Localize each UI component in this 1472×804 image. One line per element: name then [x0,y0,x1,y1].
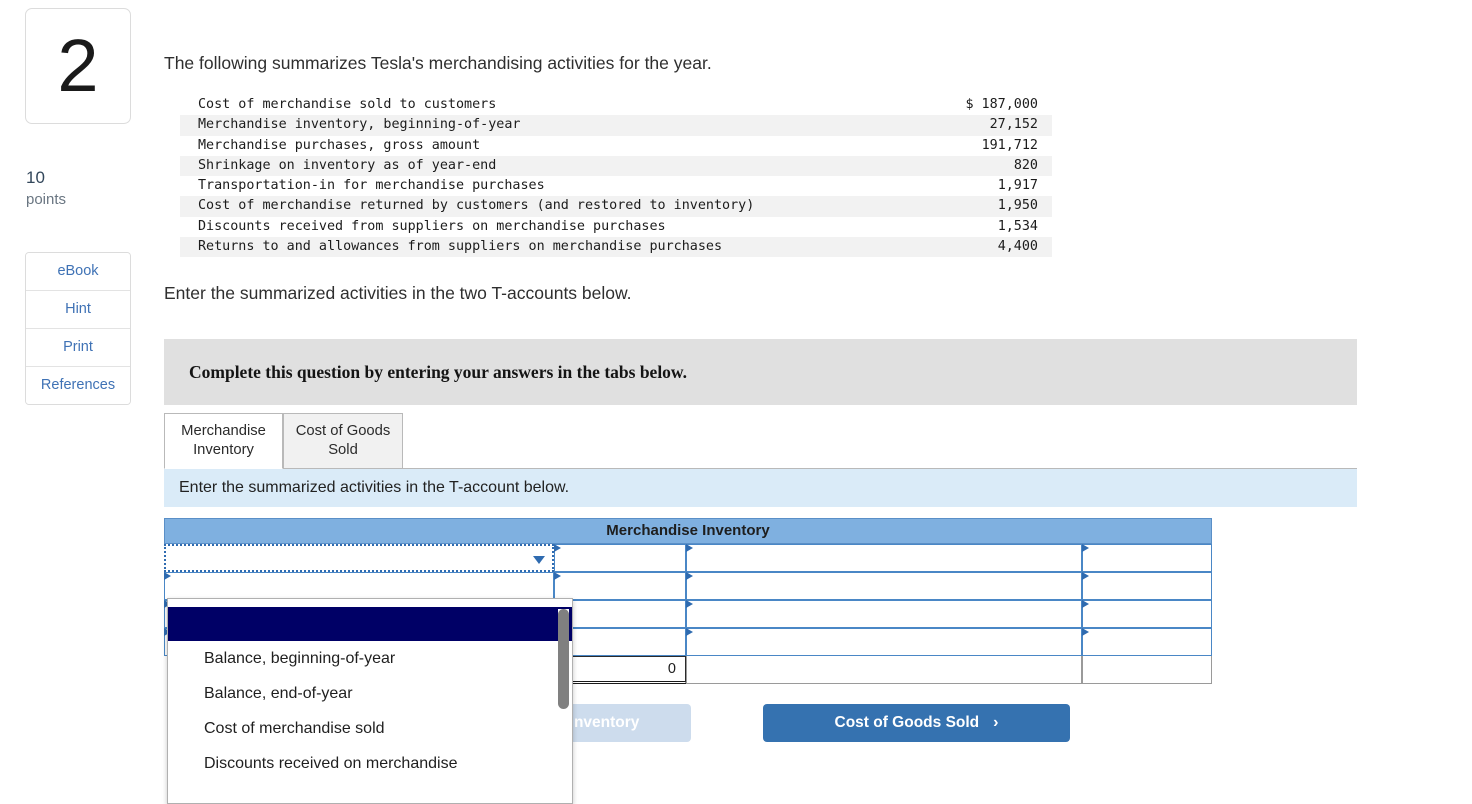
t-account-area: Merchandise Inventory 0 Balance, beginni… [164,518,1212,804]
dropdown-option-cost-of-merchandise-sold[interactable]: Cost of merchandise sold [168,711,572,746]
fact-label: Cost of merchandise sold to customers [198,97,497,112]
credit-description-input-3[interactable] [685,600,1082,629]
fact-amount: 1,950 [997,198,1038,214]
question-number: 2 [57,24,99,107]
credit-amount-input-3[interactable] [1081,600,1212,629]
tab-cost-of-goods-sold[interactable]: Cost of Goods Sold [283,413,403,470]
t-account-row [164,572,1212,601]
fact-label: Shrinkage on inventory as of year-end [198,157,497,173]
answer-tabs: Merchandise Inventory Cost of Goods Sold [164,413,1357,470]
fact-amount: 1,917 [997,178,1038,194]
chevron-down-icon [532,556,545,565]
cell-marker-icon [1081,600,1089,609]
table-row: Cost of merchandise sold to customers $ … [180,95,1052,115]
references-button[interactable]: References [26,367,130,404]
cell-marker-icon [685,572,693,581]
fact-amount: 27,152 [989,117,1038,133]
dropdown-option-list: Balance, beginning-of-year Balance, end-… [168,607,572,803]
debit-description-input-2[interactable] [164,572,554,601]
next-button-label: Cost of Goods Sold [834,714,980,731]
tab-instruction-bar: Enter the summarized activities in the T… [164,469,1357,508]
dropdown-scrollbar-thumb[interactable] [558,609,569,710]
cell-marker-icon [553,572,561,581]
points-value: 10 [26,168,45,187]
question-number-box: 2 [25,8,131,124]
fact-label: Merchandise inventory, beginning-of-year [198,117,521,133]
t-account-row [164,544,1212,573]
banner-text: Complete this question by entering your … [189,361,687,382]
credit-description-input-1[interactable] [685,544,1082,573]
cell-marker-icon [553,544,561,553]
cell-marker-icon [164,572,171,581]
debit-amount-input-3[interactable] [553,600,686,629]
debit-total-value: 0 [553,656,686,685]
table-row: Cost of merchandise returned by customer… [180,196,1052,217]
points-block: 10 points [25,168,131,208]
credit-amount-input-2[interactable] [1081,572,1212,601]
credit-description-input-2[interactable] [685,572,1082,601]
credit-amount-input-1[interactable] [1081,544,1212,573]
dropdown-option-balance-end[interactable]: Balance, end-of-year [168,676,572,711]
debit-description-select-1[interactable] [164,544,554,573]
question-main-column: The following summarizes Tesla's merchan… [164,0,1464,804]
debit-amount-input-2[interactable] [553,572,686,601]
points-label: points [26,191,67,208]
dropdown-option-discounts-received[interactable]: Discounts received on merchandise [168,746,572,781]
fact-label: Returns to and allowances from suppliers… [198,239,723,255]
table-row: Shrinkage on inventory as of year-end 82… [180,155,1052,177]
fact-label: Discounts received from suppliers on mer… [198,218,666,234]
table-row: Discounts received from suppliers on mer… [180,217,1052,237]
dropdown-option-balance-beginning[interactable]: Balance, beginning-of-year [168,641,572,676]
credit-description-input-4[interactable] [685,628,1082,657]
t-account-title: Merchandise Inventory [164,518,1212,545]
debit-amount-input-4[interactable] [553,628,686,657]
fact-amount: 191,712 [981,137,1038,153]
fact-label: Merchandise purchases, gross amount [198,137,481,153]
credit-amount-input-4[interactable] [1081,628,1212,657]
chevron-right-icon: › [993,714,999,731]
cell-marker-icon [685,544,693,553]
cell-marker-icon [1081,544,1089,553]
print-button[interactable]: Print [26,329,130,367]
account-dropdown-popup[interactable]: Balance, beginning-of-year Balance, end-… [167,598,573,804]
fact-label: Cost of merchandise returned by customer… [198,198,755,214]
cell-marker-icon [685,628,693,637]
question-sub-instruction: Enter the summarized activities in the t… [164,283,632,304]
debit-amount-input-1[interactable] [553,544,686,573]
credit-total-blank-description [685,656,1082,685]
cell-marker-icon [1081,628,1089,637]
ebook-button[interactable]: eBook [26,253,130,291]
table-row: Merchandise purchases, gross amount 191,… [180,136,1052,156]
tab-instruction-text: Enter the summarized activities in the T… [179,479,570,497]
fact-amount: 4,400 [997,239,1038,255]
cell-marker-icon [685,600,693,609]
table-row: Merchandise inventory, beginning-of-year… [180,115,1052,136]
merchandising-activities-table: Cost of merchandise sold to customers $ … [180,95,1052,258]
fact-amount: 820 [1013,157,1038,173]
question-lead-text: The following summarizes Tesla's merchan… [164,53,712,73]
table-row: Transportation-in for merchandise purcha… [180,176,1052,196]
next-cost-of-goods-sold-button[interactable]: Cost of Goods Sold › [763,704,1070,742]
table-row: Returns to and allowances from suppliers… [180,237,1052,258]
question-left-rail: 2 10 points eBook Hint Print References [25,8,131,405]
resource-button-group: eBook Hint Print References [25,252,131,405]
complete-question-banner: Complete this question by entering your … [164,339,1357,406]
cell-marker-icon [1081,572,1089,581]
credit-total-value [1081,656,1212,685]
fact-label: Transportation-in for merchandise purcha… [198,178,545,194]
fact-amount: 1,534 [997,218,1038,234]
hint-button[interactable]: Hint [26,291,130,329]
dropdown-scrollbar[interactable] [558,609,569,802]
fact-amount: $ 187,000 [965,97,1038,112]
dropdown-arrow-nub-icon [195,598,219,599]
tab-merchandise-inventory[interactable]: Merchandise Inventory [164,413,283,470]
dropdown-option-blank[interactable] [168,607,572,642]
